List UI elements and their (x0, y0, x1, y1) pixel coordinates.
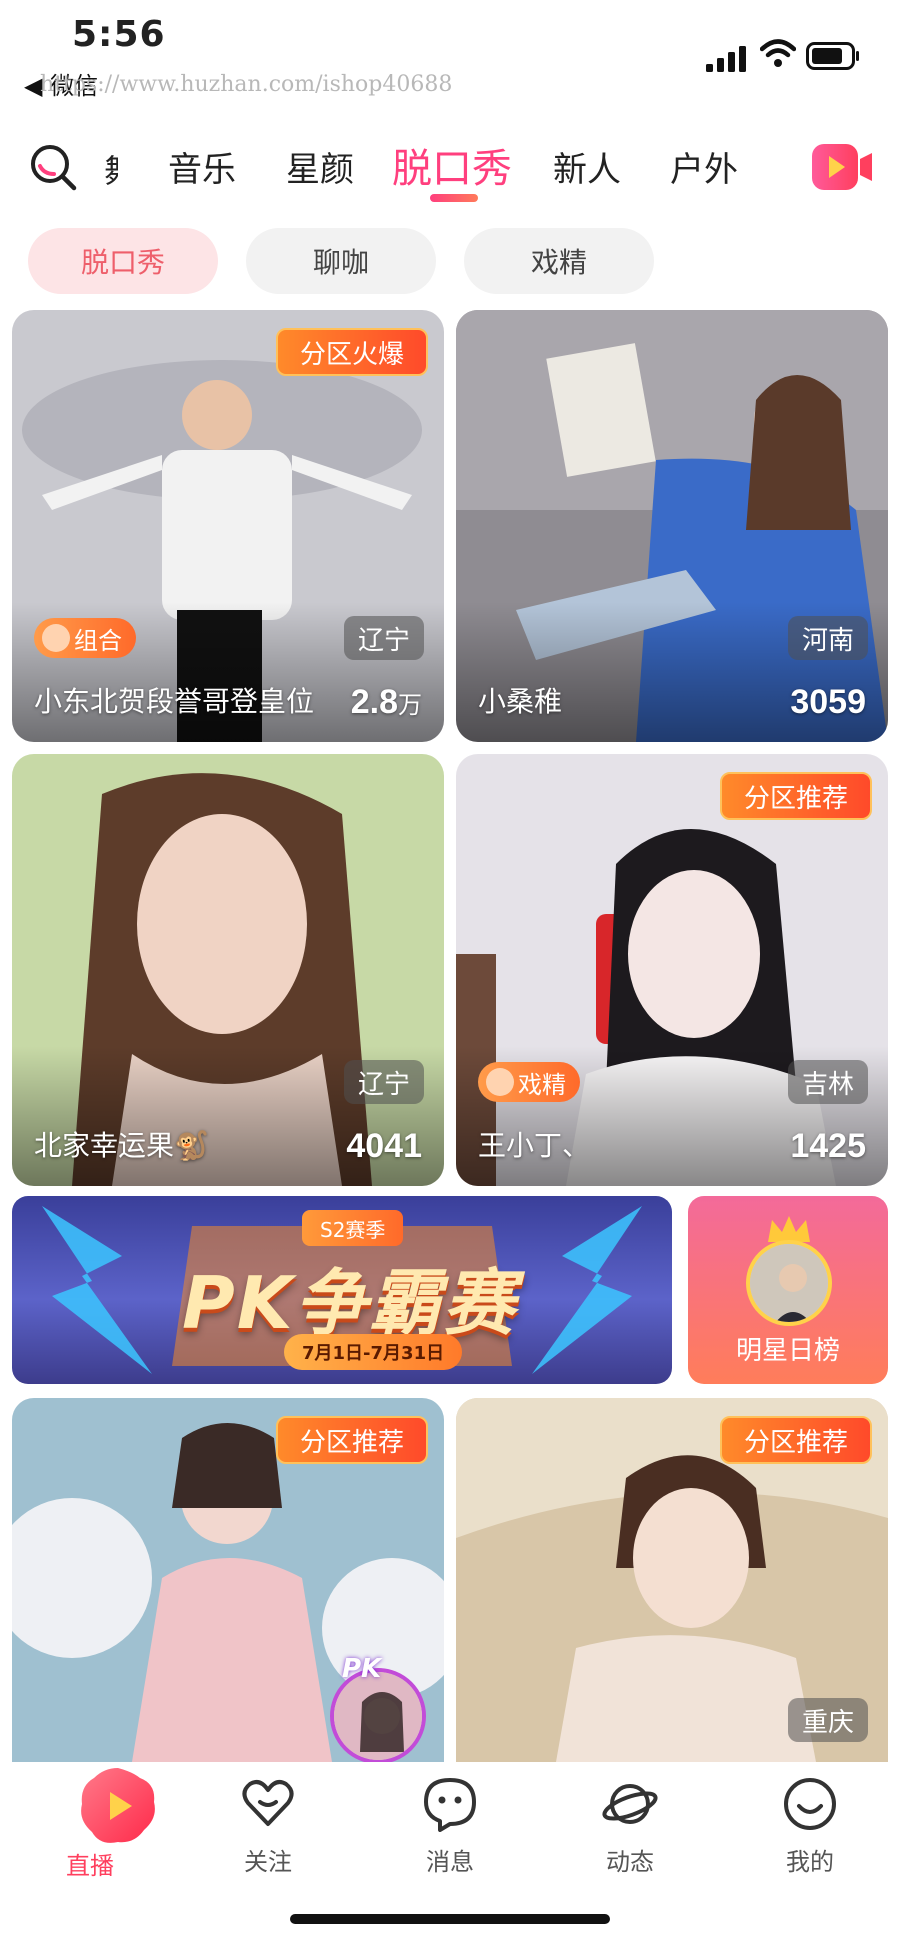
status-bar: 5:56 ◀ 微信 https://www.huzhan.com/ishop40… (0, 0, 900, 108)
battery-icon (806, 42, 859, 70)
nav-item-beauty[interactable]: 星颜 (286, 142, 354, 191)
tab-messages-label: 消息 (426, 1848, 474, 1876)
live-room-card[interactable]: 辽宁 北家幸运果🐒 4041 (12, 754, 444, 1186)
live-room-card[interactable]: 分区火爆 组合 辽宁 小东北贺段誉哥登皇位 2.8万 (12, 310, 444, 742)
subtab-talkshow[interactable]: 脱口秀 (28, 228, 218, 294)
cellular-signal-icon (706, 46, 746, 72)
wifi-icon (760, 39, 796, 67)
pk-badge: PK (342, 1654, 382, 1684)
nav-item-talkshow[interactable]: 脱口秀 (392, 136, 512, 194)
banner-date: 7月1日-7月31日 (284, 1334, 463, 1370)
group-tag-label: 组合 (74, 626, 122, 655)
home-indicator (290, 1914, 610, 1924)
viewer-count-value: 2.8 (350, 683, 398, 721)
subtab-drama[interactable]: 戏精 (464, 228, 654, 294)
live-room-card[interactable]: 分区推荐 PK (12, 1398, 444, 1762)
zone-recommend-badge: 分区推荐 (719, 772, 872, 820)
subtab-chat[interactable]: 聊咖 (246, 228, 436, 294)
drama-tag-label: 戏精 (518, 1070, 566, 1099)
smile-icon (784, 1778, 836, 1830)
message-icon (424, 1778, 476, 1832)
tab-follow[interactable]: 关注 (208, 1776, 328, 1877)
start-live-video-icon[interactable] (812, 142, 874, 192)
tab-me-label: 我的 (786, 1848, 834, 1876)
viewer-count: 4041 (346, 1127, 422, 1165)
live-icon (81, 1768, 155, 1843)
zone-recommend-badge: 分区推荐 (719, 1416, 872, 1464)
heart-icon (242, 1780, 294, 1826)
region-badge: 吉林 (787, 1060, 868, 1104)
live-room-card[interactable]: 河南 小桑稚 3059 (456, 310, 888, 742)
region-badge: 辽宁 (343, 616, 424, 660)
nav-item-outdoor[interactable]: 户外 (670, 142, 738, 191)
streamer-name: 小东北贺段誉哥登皇位 (34, 685, 315, 718)
streamer-name: 王小丁、 (478, 1129, 591, 1162)
tab-messages[interactable]: 消息 (390, 1776, 510, 1877)
pk-contest-banner[interactable]: S2赛季 PK争霸赛 7月1日-7月31日 (12, 1196, 672, 1384)
planet-icon (602, 1784, 658, 1824)
active-nav-indicator (430, 194, 478, 202)
tab-moments[interactable]: 动态 (570, 1776, 690, 1877)
nav-item-partial[interactable]: 舞 (104, 146, 118, 192)
tab-live[interactable]: 直播 (30, 1768, 155, 1881)
star-daily-rank-card[interactable]: 明星日榜 (688, 1196, 888, 1384)
region-badge: 河南 (787, 616, 868, 660)
live-room-card[interactable]: 分区推荐 重庆 (456, 1398, 888, 1762)
rank-avatar (746, 1240, 832, 1326)
viewer-count: 2.8万 (351, 683, 422, 722)
search-icon[interactable] (28, 142, 78, 192)
drama-tag: 戏精 (478, 1062, 580, 1102)
watermark-url: https://www.huzhan.com/ishop40688 (40, 72, 453, 97)
streamer-name: 小桑稚 (478, 685, 563, 718)
nav-item-music[interactable]: 音乐 (168, 142, 236, 191)
category-nav: 舞 音乐 星颜 脱口秀 新人 户外 (0, 120, 900, 220)
tab-me[interactable]: 我的 (750, 1776, 870, 1877)
banner-season-label: S2赛季 (302, 1210, 404, 1246)
group-tag: 组合 (34, 618, 136, 658)
viewer-count: 3059 (790, 683, 866, 721)
nav-item-newcomer[interactable]: 新人 (553, 142, 621, 191)
viewer-count-unit: 万 (398, 692, 422, 719)
zone-recommend-badge: 分区推荐 (275, 1416, 428, 1464)
viewer-count: 1425 (790, 1127, 866, 1165)
streamer-name: 北家幸运果🐒 (34, 1129, 209, 1162)
tab-live-label: 直播 (66, 1852, 114, 1880)
group-icon (42, 624, 70, 652)
tab-moments-label: 动态 (606, 1848, 654, 1876)
rank-label: 明星日榜 (735, 1336, 840, 1366)
mask-icon (486, 1068, 514, 1096)
tab-follow-label: 关注 (244, 1848, 292, 1876)
live-room-card[interactable]: 分区推荐 戏精 吉林 王小丁、 1425 (456, 754, 888, 1186)
region-badge: 辽宁 (343, 1060, 424, 1104)
status-time: 5:56 (72, 14, 166, 55)
region-badge: 重庆 (787, 1698, 868, 1742)
zone-hot-badge: 分区火爆 (275, 328, 428, 376)
